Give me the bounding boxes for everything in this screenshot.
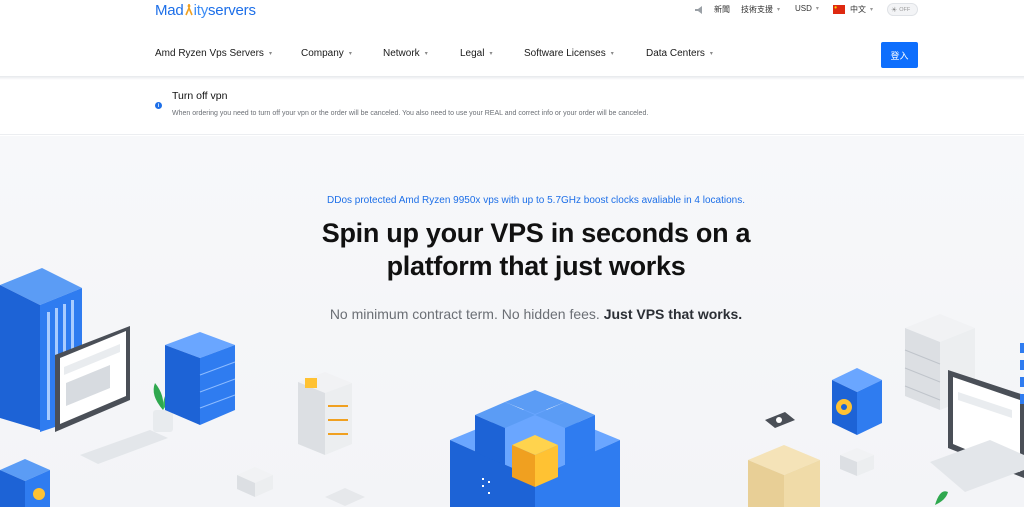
headline-line-2: platform that just works [386, 251, 686, 281]
logo-text-1: Mad [155, 2, 184, 19]
main-nav: Amd Ryzen Vps Servers ▾ Company ▾ Network ▾… [0, 38, 1024, 72]
lock-tag-icon [765, 412, 795, 428]
box-icon [237, 467, 365, 506]
currency-label: USD [795, 4, 812, 13]
chevron-down-icon: ▾ [709, 51, 713, 57]
small-server-icon [298, 372, 352, 455]
dark-mode-toggle[interactable]: ☀ OFF [887, 3, 918, 16]
gear-cube-icon [832, 368, 882, 435]
nav-label: Network [383, 48, 420, 59]
sun-icon: ☀ [891, 6, 898, 14]
nav-item-software-licenses[interactable]: Software Licenses ▾ [524, 48, 614, 59]
nav-item-data-centers[interactable]: Data Centers ▾ [646, 48, 713, 59]
nav-label: Amd Ryzen Vps Servers [155, 48, 264, 59]
chevron-down-icon: ▾ [777, 7, 781, 13]
chevron-down-icon: ▾ [268, 51, 272, 57]
subtitle-bold: Just VPS that works. [603, 306, 743, 322]
logo-text-2: ity [193, 2, 209, 19]
headline-line-1: Spin up your VPS in seconds on a [321, 218, 751, 248]
chevron-down-icon: ▾ [424, 51, 428, 57]
logo[interactable]: Mad ityservers [155, 2, 256, 19]
login-button[interactable]: 登入 [881, 42, 918, 68]
chevron-down-icon: ▾ [489, 51, 493, 57]
news-link[interactable]: 新聞 [694, 4, 730, 15]
logo-text-3: servers [208, 2, 256, 19]
nav-label: Legal [460, 48, 485, 59]
hero-illustration [0, 268, 1024, 507]
hero-headline: Spin up your VPS in seconds on a platfor… [0, 217, 1024, 283]
support-label: 技術支援 [741, 5, 773, 14]
small-cube-icon [840, 448, 874, 476]
chevron-down-icon: ▾ [348, 51, 352, 57]
nav-item-network[interactable]: Network ▾ [383, 48, 428, 59]
nav-item-servers[interactable]: Amd Ryzen Vps Servers ▾ [155, 48, 272, 59]
notice-text: When ordering you need to turn off your … [172, 110, 649, 117]
logo-mark-icon [184, 4, 193, 16]
subtitle-text: No minimum contract term. No hidden fees… [329, 306, 600, 322]
support-dropdown[interactable]: 技術支援 ▾ [741, 4, 780, 15]
hero-tagline: DDos protected Amd Ryzen 9950x vps with … [327, 195, 745, 206]
chevron-down-icon: ▾ [815, 6, 819, 12]
nav-label: Software Licenses [524, 48, 606, 59]
china-flag-icon [833, 5, 845, 14]
small-blue-server-icon [0, 459, 50, 507]
megaphone-icon [695, 5, 702, 14]
toggle-label: OFF [899, 6, 911, 13]
package-icon [748, 445, 820, 507]
language-label: 中文 [850, 5, 866, 14]
news-label: 新聞 [714, 5, 730, 14]
language-dropdown[interactable]: 中文 ▾ [833, 4, 873, 15]
info-icon: i [155, 102, 162, 109]
hero-subtitle: No minimum contract term. No hidden fees… [0, 306, 1024, 322]
nav-label: Data Centers [646, 48, 705, 59]
chevron-down-icon: ▾ [610, 51, 614, 57]
vpn-notice [0, 80, 1024, 135]
nav-label: Company [301, 48, 344, 59]
chevron-down-icon: ▾ [870, 7, 874, 13]
top-bar: Mad ityservers 新聞 技術支援 ▾ USD ▾ 中文 ▾ ☀ OFF [0, 0, 1024, 22]
data-center-icon [450, 390, 620, 507]
right-plant-icon [935, 491, 948, 505]
notice-title: Turn off vpn [172, 90, 228, 102]
nav-item-legal[interactable]: Legal ▾ [460, 48, 492, 59]
nav-item-company[interactable]: Company ▾ [301, 48, 352, 59]
currency-dropdown[interactable]: USD ▾ [795, 4, 819, 13]
server-stack-icon [165, 332, 236, 425]
